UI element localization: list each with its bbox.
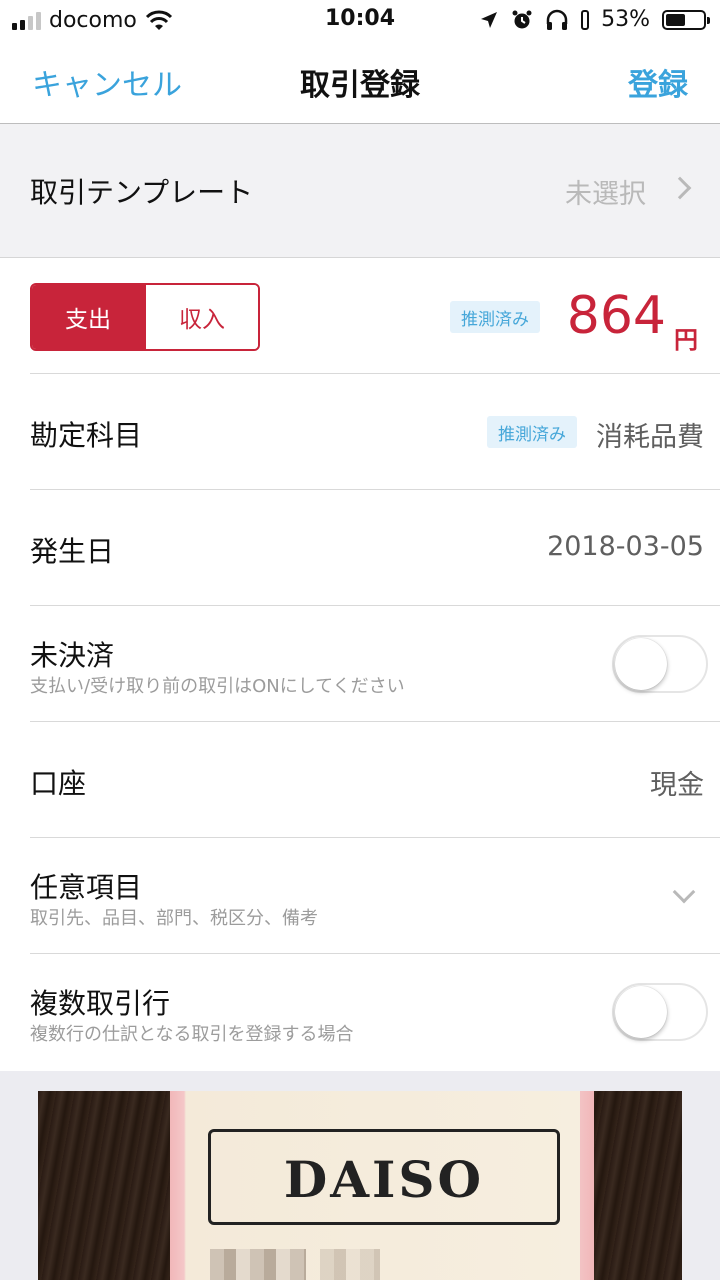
location-arrow-icon	[481, 11, 498, 28]
account-item-value: 消耗品費	[596, 422, 704, 453]
alarm-icon	[512, 10, 532, 28]
date-value: 2018-03-05	[547, 531, 704, 562]
receipt-blurred-text	[210, 1249, 306, 1280]
wallet-value: 現金	[650, 770, 704, 801]
unsettled-toggle[interactable]	[612, 635, 708, 693]
currency-label: 円	[674, 326, 698, 354]
cellular-signal-icon	[12, 11, 41, 30]
status-right: 53%	[479, 7, 710, 32]
nav-bar: キャンセル 取引登録 登録	[0, 40, 720, 124]
headphones-icon	[546, 9, 568, 30]
chevron-down-icon	[672, 880, 696, 904]
date-row[interactable]: 発生日 2018-03-05	[30, 490, 720, 606]
estimated-badge: 推測済み	[450, 301, 540, 333]
estimated-badge: 推測済み	[487, 416, 577, 448]
template-label: 取引テンプレート	[30, 176, 254, 209]
unsettled-row: 未決済 支払い/受け取り前の取引はONにしてください	[30, 606, 720, 722]
orientation-lock-icon	[581, 9, 590, 30]
chevron-right-icon	[668, 176, 692, 200]
receipt-area: DAISO	[0, 1071, 720, 1280]
receipt-logo-box: DAISO	[208, 1129, 560, 1225]
optional-fields-label: 任意項目	[30, 871, 143, 904]
expense-income-toggle: 支出 収入	[30, 283, 260, 351]
multi-line-row: 複数取引行 複数行の仕訳となる取引を登録する場合	[30, 954, 720, 1071]
wallet-label: 口座	[30, 767, 87, 800]
receipt-blurred-text	[320, 1249, 380, 1280]
battery-icon	[662, 9, 710, 30]
optional-fields-row[interactable]: 任意項目 取引先、品目、部門、税区分、備考	[30, 838, 720, 954]
template-value: 未選択	[565, 179, 646, 210]
status-bar: docomo 10:04 53%	[0, 0, 720, 40]
multi-line-toggle[interactable]	[612, 983, 708, 1041]
battery-percent: 53%	[601, 7, 650, 32]
unsettled-label: 未決済	[30, 639, 115, 672]
amount-input[interactable]: 864	[567, 286, 666, 346]
battery-level	[666, 13, 686, 26]
wifi-icon	[145, 10, 172, 30]
receipt-logo: DAISO	[283, 1150, 485, 1209]
unsettled-description: 支払い/受け取り前の取引はONにしてください	[30, 676, 405, 697]
cancel-button[interactable]: キャンセル	[32, 60, 182, 104]
status-left: docomo	[12, 8, 173, 33]
date-label: 発生日	[30, 535, 115, 568]
multi-line-label: 複数取引行	[30, 987, 171, 1020]
toggle-knob	[615, 986, 667, 1038]
income-tab[interactable]: 収入	[144, 285, 258, 349]
wallet-row[interactable]: 口座 現金	[30, 722, 720, 838]
toggle-knob	[615, 638, 667, 690]
multi-line-description: 複数行の仕訳となる取引を登録する場合	[30, 1024, 354, 1045]
template-row[interactable]: 取引テンプレート 未選択	[0, 124, 720, 258]
amount-row: 支出 収入 推測済み 864 円	[30, 258, 720, 374]
receipt-paper: DAISO	[170, 1091, 594, 1280]
account-item-label: 勘定科目	[30, 419, 143, 452]
register-button[interactable]: 登録	[628, 60, 688, 104]
carrier-name: docomo	[49, 8, 137, 33]
expense-tab[interactable]: 支出	[32, 285, 144, 349]
receipt-image[interactable]: DAISO	[38, 1091, 682, 1280]
optional-fields-description: 取引先、品目、部門、税区分、備考	[30, 908, 318, 929]
account-item-row[interactable]: 勘定科目 推測済み 消耗品費	[30, 374, 720, 490]
